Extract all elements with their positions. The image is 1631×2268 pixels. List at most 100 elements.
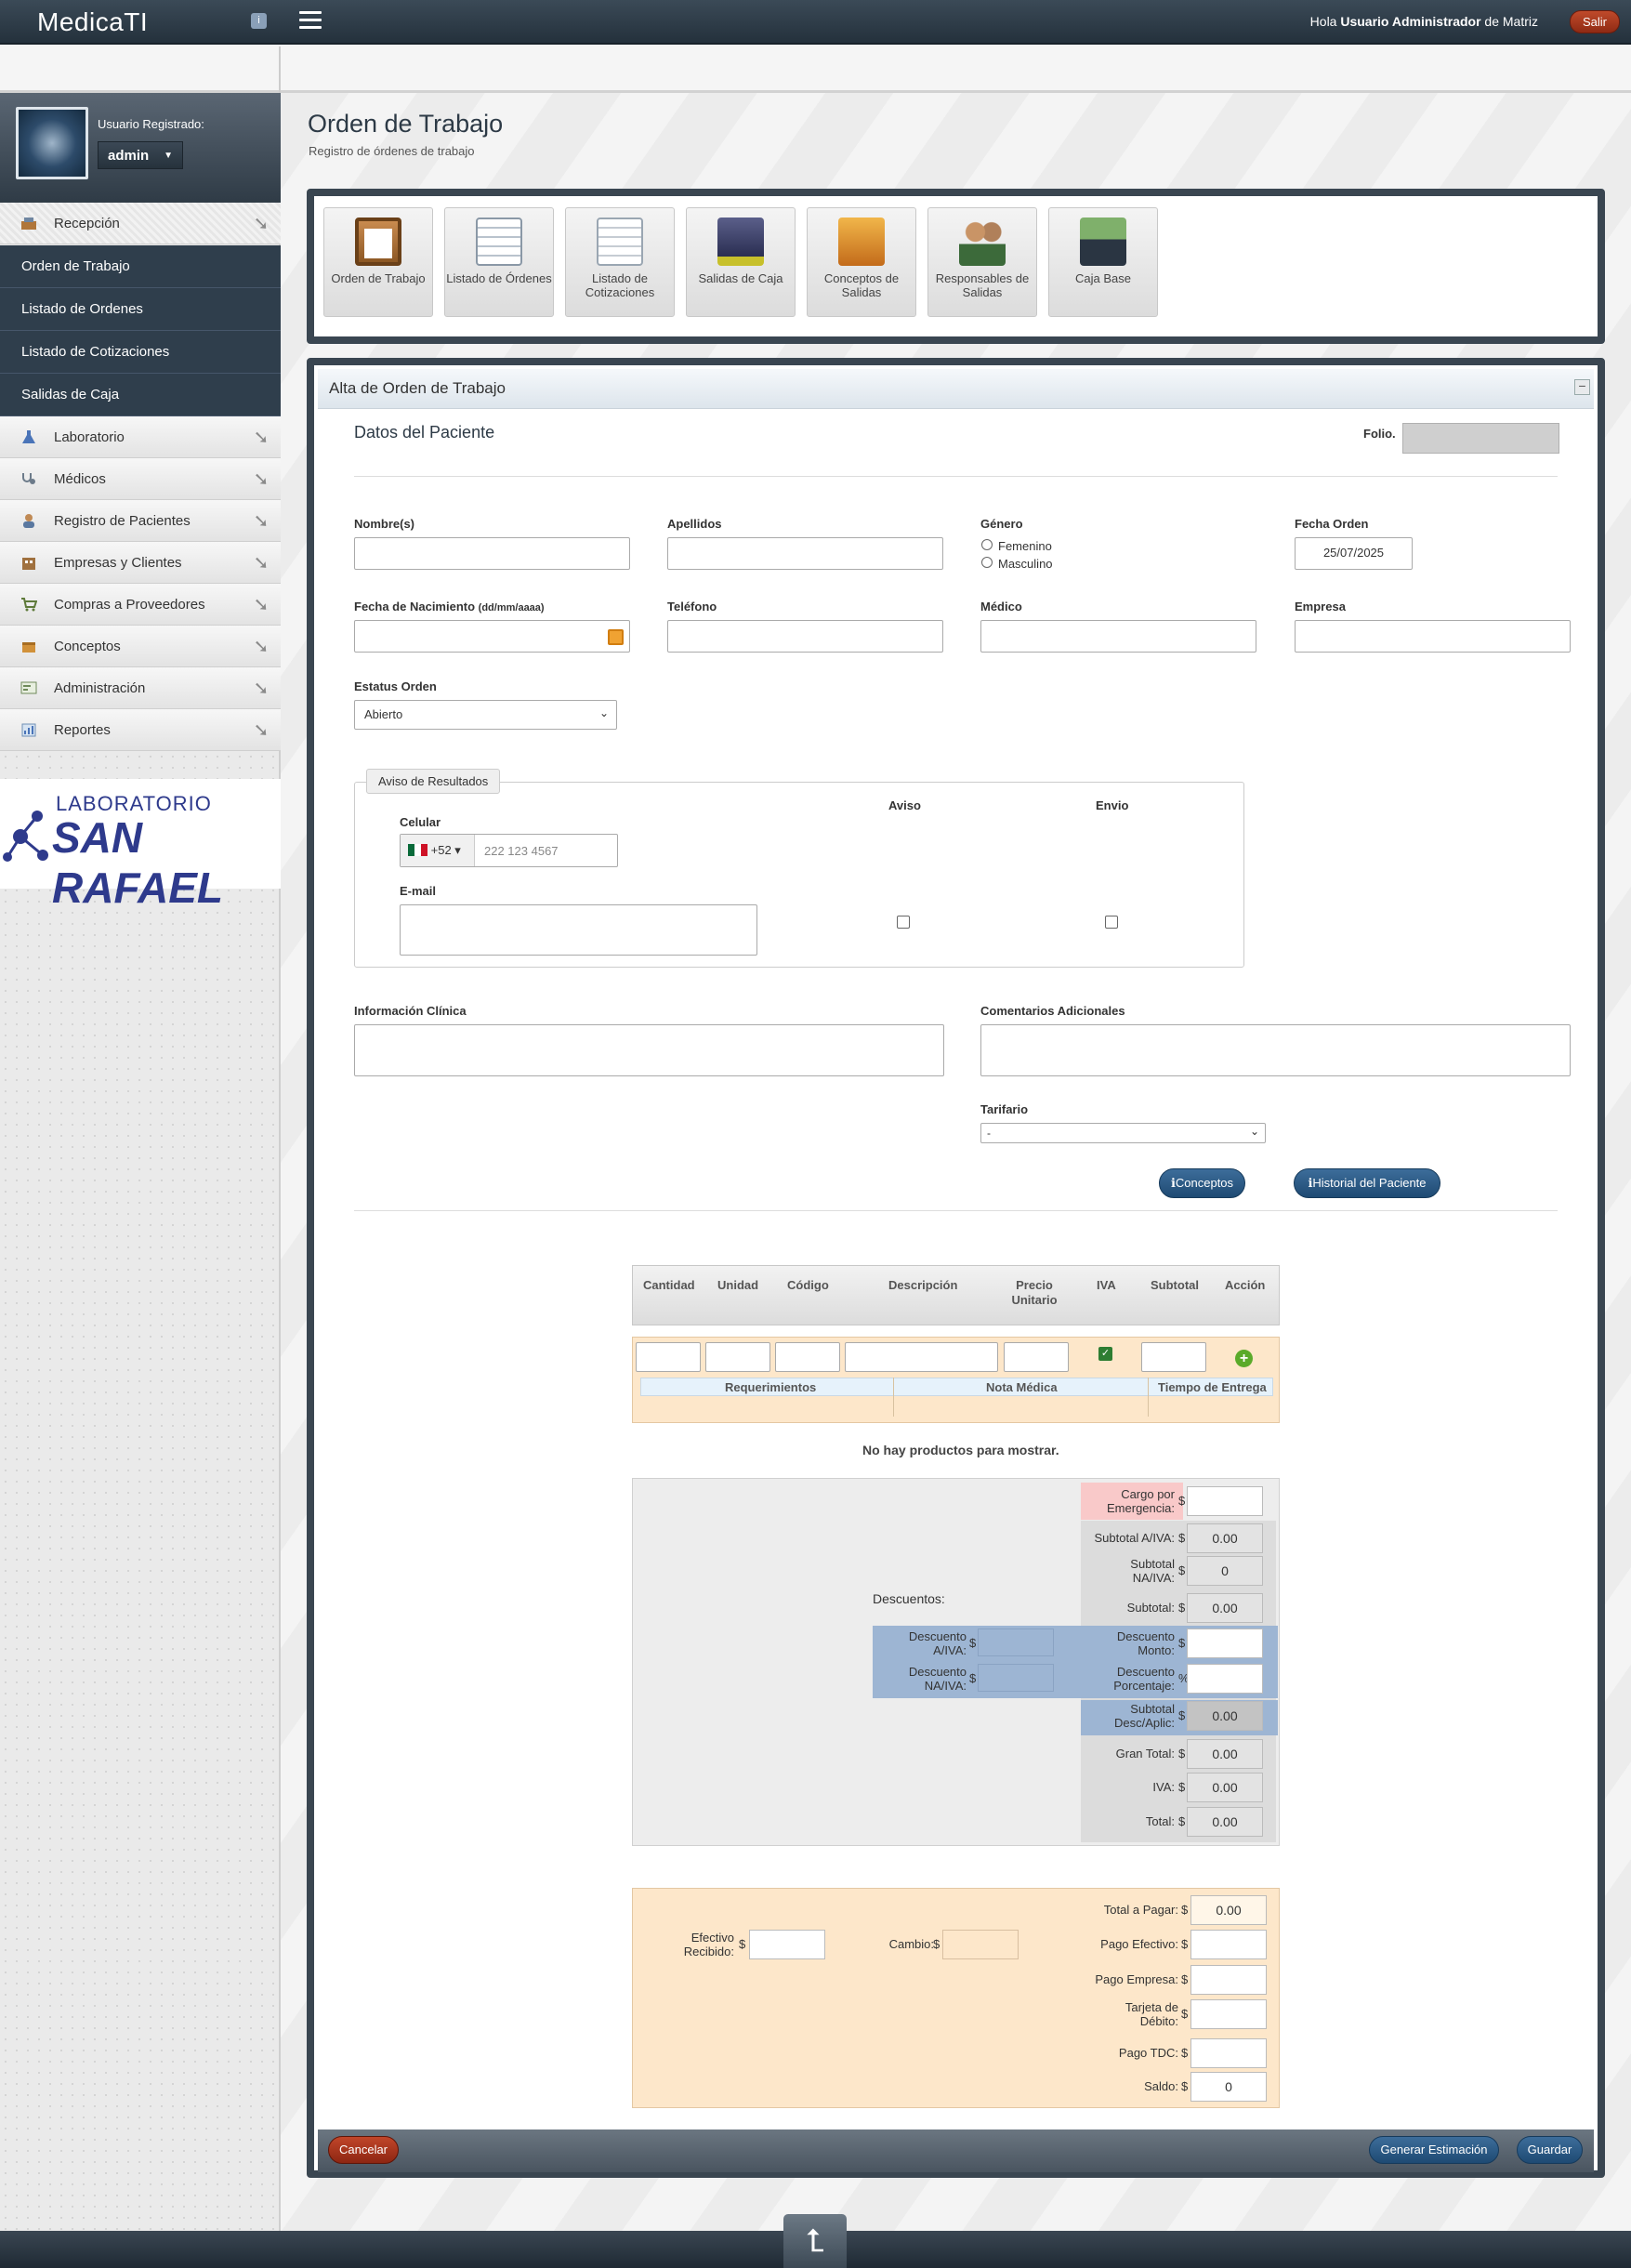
sidebar-item-compras-proveedores[interactable]: Compras a Proveedores ➘ <box>0 584 281 626</box>
tarifario-select[interactable]: - ⌄ <box>980 1123 1266 1143</box>
people-icon <box>959 218 1006 266</box>
section-title: Datos del Paciente <box>354 423 495 442</box>
admin-icon <box>20 681 37 694</box>
user-dropdown[interactable]: admin ▼ <box>98 141 183 169</box>
sidebar-item-reportes[interactable]: Reportes ➘ <box>0 709 281 751</box>
gran-total-label: Gran Total: <box>1115 1747 1175 1760</box>
sidebar-item-registro-pacientes[interactable]: Registro de Pacientes ➘ <box>0 500 281 542</box>
estimate-button[interactable]: Generar Estimación <box>1369 2136 1499 2164</box>
avatar <box>16 107 88 179</box>
arrow-icon: ➘ <box>253 637 270 657</box>
empresa-label: Empresa <box>1295 600 1346 613</box>
unidad-input[interactable] <box>705 1342 770 1372</box>
list-icon <box>476 218 522 266</box>
toolbar-orden-trabajo[interactable]: Orden de Trabajo <box>323 207 433 317</box>
comentarios-textarea[interactable] <box>980 1024 1571 1076</box>
currency-symbol: $ <box>1178 1747 1186 1760</box>
hamburger-menu-icon[interactable] <box>299 11 322 32</box>
precio-input[interactable] <box>1004 1342 1069 1372</box>
envio-label: Envio <box>1096 798 1129 812</box>
desc-pct-label: Descuento Porcentaje: <box>1113 1665 1175 1693</box>
country-selector[interactable]: +52 ▾ <box>401 835 475 866</box>
telefono-input[interactable] <box>667 620 943 653</box>
estatus-select[interactable]: Abierto ⌄ <box>354 700 617 730</box>
fecha-orden-input[interactable]: 25/07/2025 <box>1295 537 1413 570</box>
logout-button[interactable]: Salir <box>1569 10 1620 33</box>
submenu-salidas-caja[interactable]: Salidas de Caja <box>0 374 281 416</box>
historial-button[interactable]: ℹHistorial del Paciente <box>1294 1168 1440 1198</box>
radio-femenino[interactable] <box>981 539 993 550</box>
clipboard-icon <box>355 218 401 266</box>
subtotal-value: 0.00 <box>1187 1593 1263 1623</box>
pago-empresa-input[interactable] <box>1190 1965 1267 1995</box>
minimize-icon[interactable]: − <box>1574 379 1590 395</box>
telefono-label: Teléfono <box>667 600 717 613</box>
envio-checkbox[interactable] <box>1105 916 1118 929</box>
calendar-icon[interactable] <box>608 629 624 645</box>
back-to-top-icon[interactable]: ⮤ <box>783 2214 847 2268</box>
sidebar-item-laboratorio[interactable]: Laboratorio ➘ <box>0 416 281 458</box>
apellidos-input[interactable] <box>667 537 943 570</box>
cash-register-icon <box>717 218 764 266</box>
sidebar-item-empresas-clientes[interactable]: Empresas y Clientes ➘ <box>0 542 281 584</box>
save-button[interactable]: Guardar <box>1517 2136 1583 2164</box>
sidebar-item-conceptos[interactable]: Conceptos ➘ <box>0 626 281 667</box>
arrow-icon: ➘ <box>253 469 270 490</box>
medico-input[interactable] <box>980 620 1256 653</box>
col-tiempo-entrega: Tiempo de Entrega <box>1158 1380 1267 1394</box>
iva-checkbox[interactable]: ✓ <box>1098 1347 1112 1361</box>
sidebar-item-medicos[interactable]: Médicos ➘ <box>0 458 281 500</box>
stethoscope-icon <box>22 473 35 484</box>
cantidad-input[interactable] <box>636 1342 701 1372</box>
currency-symbol: $ <box>1178 1636 1186 1650</box>
subtotal-input[interactable] <box>1141 1342 1206 1372</box>
cargo-input[interactable] <box>1187 1486 1263 1516</box>
toolbar-listado-ordenes[interactable]: Listado de Órdenes <box>444 207 554 317</box>
conceptos-button[interactable]: ℹConceptos <box>1159 1168 1245 1198</box>
arrow-icon: ➘ <box>253 595 270 615</box>
celular-input[interactable]: +52 ▾ 222 123 4567 <box>400 834 618 867</box>
desc-monto-input[interactable] <box>1187 1628 1263 1658</box>
currency-symbol: $ <box>1178 1708 1186 1722</box>
currency-symbol: $ <box>1181 1937 1189 1951</box>
nacimiento-input[interactable] <box>354 620 630 653</box>
nombres-input[interactable] <box>354 537 630 570</box>
currency-symbol: $ <box>1178 1601 1186 1615</box>
pago-empresa-label: Pago Empresa: <box>1095 1972 1178 1986</box>
report-icon <box>21 723 36 737</box>
info-icon[interactable]: i <box>251 13 267 29</box>
col-requerimientos: Requerimientos <box>725 1380 817 1394</box>
submenu-listado-cotizaciones[interactable]: Listado de Cotizaciones <box>0 331 281 374</box>
arrow-icon: ➘ <box>253 553 270 574</box>
sidebar-item-administracion[interactable]: Administración ➘ <box>0 667 281 709</box>
submenu-listado-ordenes[interactable]: Listado de Ordenes <box>0 288 281 331</box>
quick-toolbar: Orden de Trabajo Listado de Órdenes List… <box>307 189 1605 344</box>
toolbar-salidas-caja[interactable]: Salidas de Caja <box>686 207 796 317</box>
aviso-checkbox[interactable] <box>897 916 910 929</box>
toolbar-caja-base[interactable]: Caja Base <box>1048 207 1158 317</box>
info-clinica-textarea[interactable] <box>354 1024 944 1076</box>
empresa-input[interactable] <box>1295 620 1571 653</box>
toolbar-responsables-salidas[interactable]: Responsables de Salidas <box>927 207 1037 317</box>
tarjeta-debito-input[interactable] <box>1190 1999 1267 2029</box>
codigo-input[interactable] <box>775 1342 840 1372</box>
page-title: Orden de Trabajo <box>308 110 504 138</box>
sidebar-item-recepcion[interactable]: Recepción ➘ <box>0 203 281 244</box>
gran-total-value: 0.00 <box>1187 1739 1263 1769</box>
add-product-icon[interactable]: + <box>1235 1350 1253 1367</box>
nacimiento-label: Fecha de Nacimiento (dd/mm/aaaa) <box>354 600 545 613</box>
toolbar-listado-cotizaciones[interactable]: Listado de Cotizaciones <box>565 207 675 317</box>
pago-tdc-label: Pago TDC: <box>1118 2046 1178 2060</box>
pago-tdc-input[interactable] <box>1190 2038 1267 2068</box>
descripcion-input[interactable] <box>845 1342 998 1372</box>
radio-masculino[interactable] <box>981 557 993 568</box>
pago-efectivo-input[interactable] <box>1190 1930 1267 1959</box>
submenu-orden-trabajo[interactable]: Orden de Trabajo <box>0 245 281 288</box>
efectivo-input[interactable] <box>749 1930 825 1959</box>
toolbar-conceptos-salidas[interactable]: Conceptos de Salidas <box>807 207 916 317</box>
divider <box>354 1210 1558 1211</box>
cancel-button[interactable]: Cancelar <box>328 2136 399 2164</box>
col-subtotal: Subtotal <box>1151 1278 1199 1292</box>
desc-pct-input[interactable] <box>1187 1664 1263 1694</box>
email-textarea[interactable] <box>400 904 757 956</box>
